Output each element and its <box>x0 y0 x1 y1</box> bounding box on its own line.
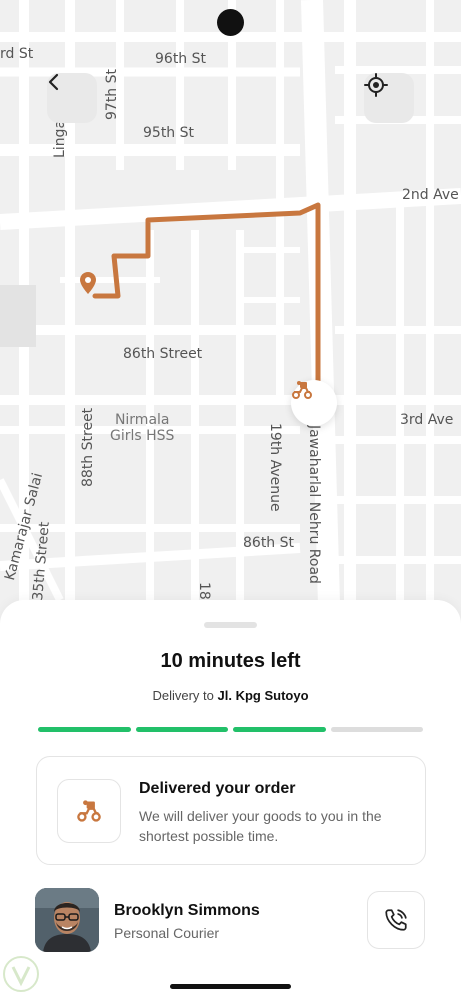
progress-segment-complete <box>135 727 228 732</box>
map-view[interactable]: rd St 96th St 97th St 95th St Linga 2nd … <box>0 0 461 640</box>
status-card: Delivered your order We will deliver you… <box>36 756 426 865</box>
street-label: Jawaharlal Nehru Road <box>306 425 322 584</box>
eta-title: 10 minutes left <box>160 650 301 672</box>
delivery-bottom-sheet: 10 minutes left Delivery to Jl. Kpg Suto… <box>0 600 461 1000</box>
street-label: 95th St <box>143 125 195 141</box>
watermark-logo <box>2 955 40 993</box>
chevron-left-icon <box>48 73 59 91</box>
delivery-scooter-icon <box>292 381 312 399</box>
street-label: 96th St <box>155 51 207 67</box>
delivery-destination: Delivery to Jl. Kpg Sutoyo <box>0 688 461 703</box>
phone-icon <box>385 909 407 931</box>
crosshair-icon <box>364 73 388 97</box>
street-label: Linga <box>52 119 68 158</box>
status-title: Delivered your order <box>139 780 296 797</box>
status-icon-box <box>57 779 121 843</box>
delivery-prefix: Delivery to <box>152 688 214 703</box>
street-label: 86th Street <box>123 346 203 362</box>
street-label: 19th Avenue <box>267 423 283 512</box>
progress-segment-complete <box>233 727 326 732</box>
courier-role: Personal Courier <box>114 925 220 941</box>
delivery-progress-bar <box>38 727 423 732</box>
delivery-scooter-icon <box>77 800 101 822</box>
locate-me-button[interactable] <box>364 73 414 123</box>
progress-segment-pending <box>330 727 423 732</box>
street-label: 97th St <box>104 68 120 120</box>
street-label: rd St <box>0 46 34 62</box>
poi-label: Nirmala Girls HSS <box>110 412 175 444</box>
delivery-address: Jl. Kpg Sutoyo <box>217 688 309 703</box>
street-label: 18 <box>196 582 212 600</box>
camera-cutout <box>217 9 244 36</box>
call-courier-button[interactable] <box>367 891 425 949</box>
street-label: 86th St <box>243 535 295 551</box>
progress-segment-complete <box>38 727 131 732</box>
courier-location-marker[interactable] <box>291 380 337 426</box>
street-label: 3rd Ave <box>400 412 454 428</box>
street-label: 2nd Ave <box>402 187 459 203</box>
home-indicator[interactable] <box>170 984 291 989</box>
sheet-drag-handle[interactable] <box>204 622 257 628</box>
street-label: 88th Street <box>80 407 96 487</box>
courier-avatar[interactable] <box>35 888 99 952</box>
courier-name: Brooklyn Simmons <box>114 902 260 919</box>
back-button[interactable] <box>47 73 97 123</box>
status-description: We will deliver your goods to you in the… <box>139 808 382 844</box>
